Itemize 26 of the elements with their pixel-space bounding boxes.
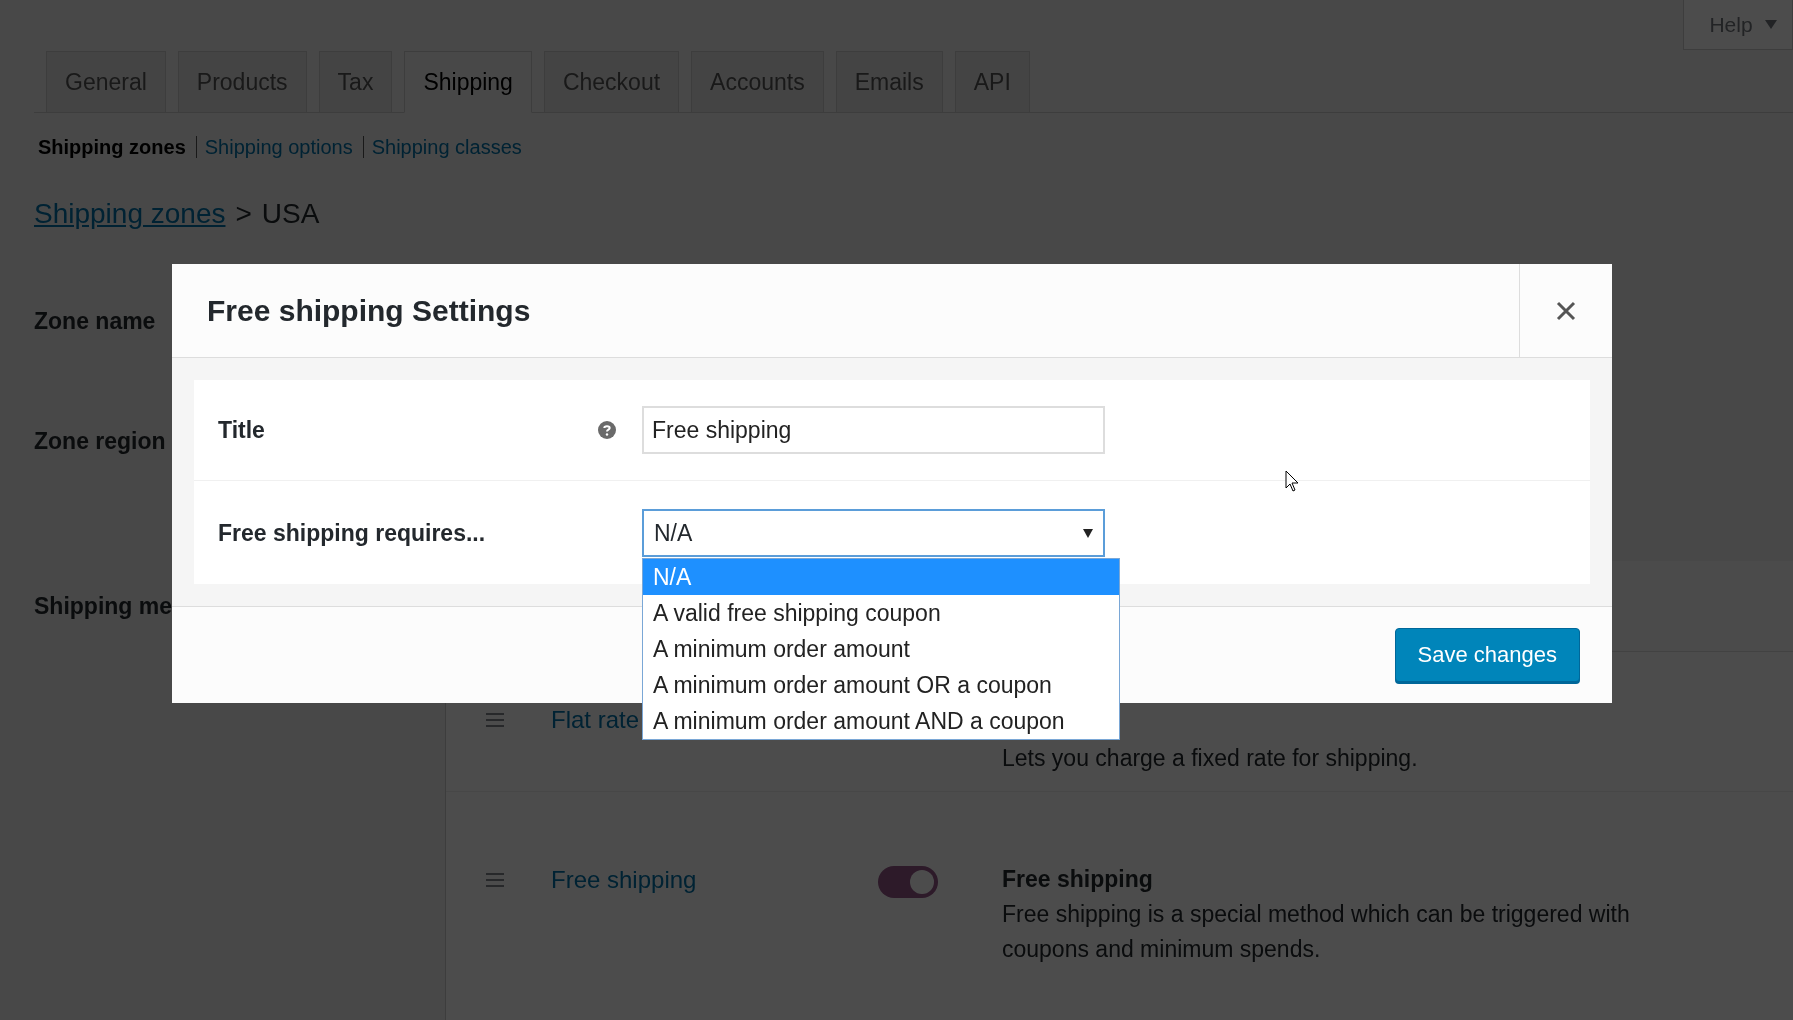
title-input[interactable]: Free shipping bbox=[642, 406, 1105, 454]
method-title: Free shipping bbox=[1002, 865, 1154, 894]
method-description: Free shipping is a special method which can be triggered with coupons and minimum spends. bbox=[1002, 900, 1631, 964]
subnav-link[interactable]: Shipping zones bbox=[38, 135, 186, 159]
dropdown-option[interactable]: A minimum order amount AND a coupon bbox=[643, 703, 1119, 739]
field-label: Title bbox=[218, 416, 266, 445]
subnav-link[interactable]: Shipping options bbox=[204, 135, 353, 159]
mouse-pointer-icon bbox=[1285, 470, 1299, 492]
dropdown-option[interactable]: A valid free shipping coupon bbox=[643, 595, 1119, 631]
caret-icon bbox=[1083, 528, 1093, 538]
field-label: Shipping me bbox=[34, 593, 172, 619]
dropdown-option[interactable]: A minimum order amount OR a coupon bbox=[643, 667, 1119, 703]
field-label: Zone name bbox=[34, 307, 156, 335]
field-label: Free shipping requires... bbox=[218, 519, 487, 548]
close-icon bbox=[1556, 300, 1576, 321]
subnav-link[interactable]: Shipping classes bbox=[371, 135, 522, 159]
breadcrumb-separator: > bbox=[235, 197, 252, 231]
help-icon[interactable] bbox=[598, 421, 616, 439]
breadcrumb-current: USA bbox=[261, 197, 320, 231]
dialog-title: Free shipping Settings bbox=[206, 293, 532, 329]
method-description: Lets you charge a fixed rate for shipping. bbox=[1002, 744, 1419, 773]
dropdown-option[interactable]: A minimum order amount bbox=[643, 631, 1119, 667]
save-button[interactable]: Save changes bbox=[1394, 628, 1580, 682]
field-label: Zone region bbox=[34, 427, 166, 455]
dropdown-option[interactable]: N/A bbox=[643, 559, 1119, 595]
requirement-select[interactable]: N/A bbox=[642, 509, 1105, 557]
